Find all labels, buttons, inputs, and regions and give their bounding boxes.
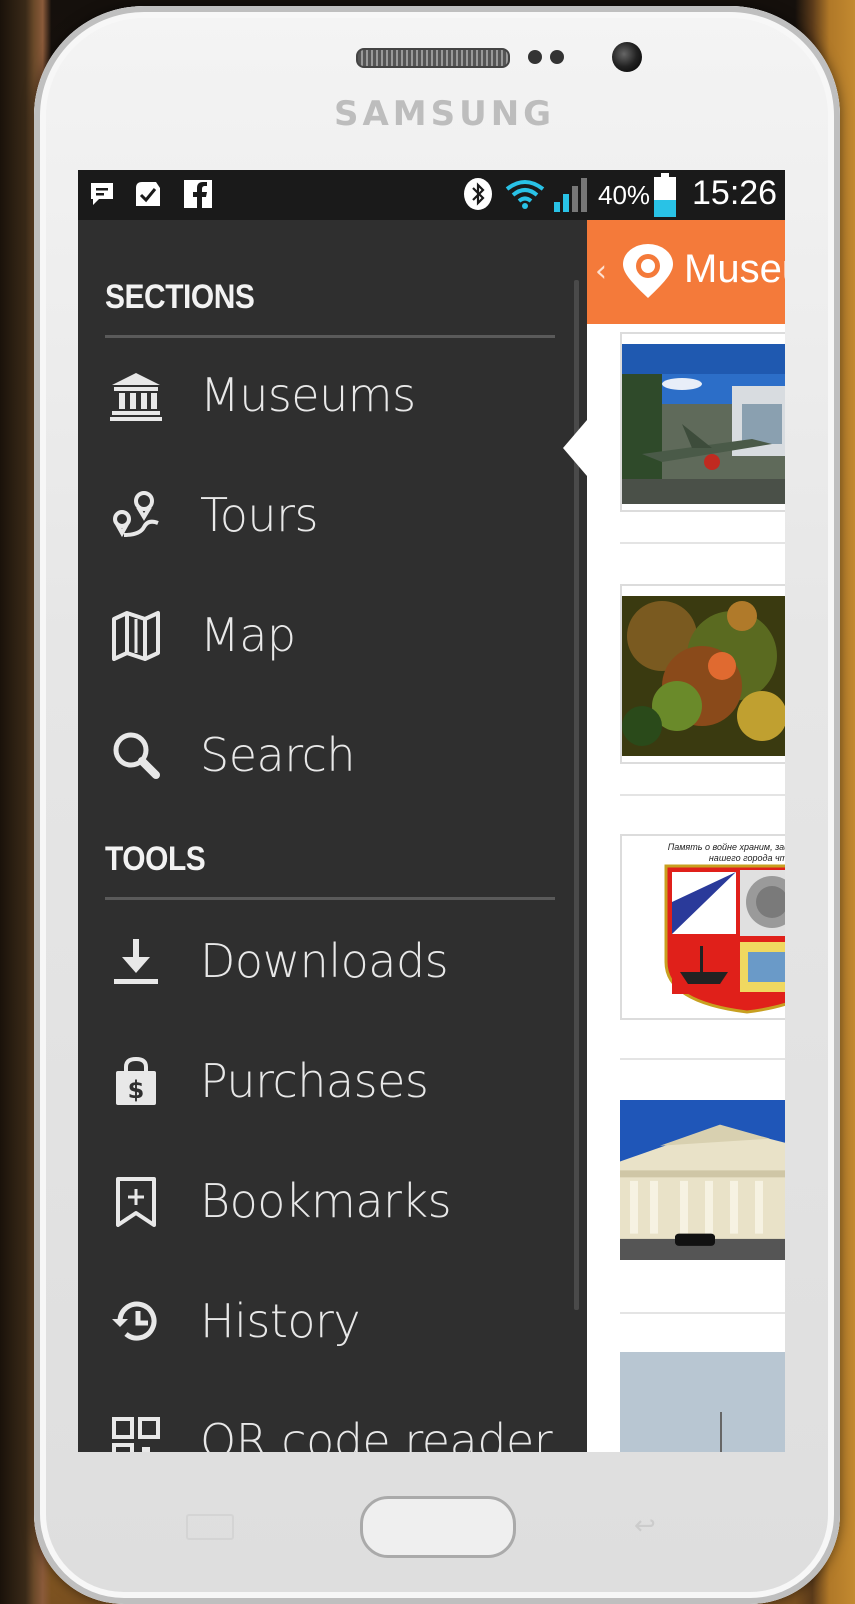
nav-item-search[interactable]: Search xyxy=(78,700,587,810)
nav-item-tours[interactable]: Tours xyxy=(78,460,587,570)
coat-of-arms-poster xyxy=(664,864,785,1014)
light-sensor xyxy=(550,50,564,64)
museum-list-panel: ‹ Museu xyxy=(587,220,785,1452)
sections-divider xyxy=(105,335,555,338)
museum-card[interactable]: Память о войне храним, защитников нашего… xyxy=(620,834,785,1020)
colorful-art-photo xyxy=(622,596,785,756)
nav-label-museums: Museums xyxy=(200,368,416,422)
nav-item-qr-reader[interactable]: QR code reader xyxy=(78,1386,587,1452)
list-divider xyxy=(620,1312,785,1314)
screen: 40% 15:26 SECTIONS Museums Tours Map Sea… xyxy=(78,170,785,1452)
nav-item-museums[interactable]: Museums xyxy=(78,340,587,450)
nav-label-purchases: Purchases xyxy=(200,1054,429,1108)
wifi-icon xyxy=(504,178,546,210)
status-bar: 40% 15:26 xyxy=(78,170,785,220)
chat-icon xyxy=(86,178,118,210)
clock: 15:26 xyxy=(692,174,778,212)
svg-text:$: $ xyxy=(128,1076,145,1104)
classical-building-photo xyxy=(620,1100,785,1260)
battery-percent: 40% xyxy=(598,180,651,210)
nav-label-downloads: Downloads xyxy=(200,934,449,988)
list-divider xyxy=(620,542,785,544)
search-icon xyxy=(108,727,164,783)
poster-caption: Память о войне храним, защитников нашего… xyxy=(667,842,785,863)
museum-card[interactable] xyxy=(620,332,785,512)
museum-icon xyxy=(108,367,164,423)
download-icon xyxy=(108,933,164,989)
check-icon xyxy=(132,178,164,210)
tour-route-icon xyxy=(108,487,164,543)
map-icon xyxy=(108,607,164,663)
museum-card[interactable] xyxy=(620,1352,785,1452)
back-chevron-icon[interactable]: ‹ xyxy=(595,254,607,289)
nav-item-history[interactable]: History xyxy=(78,1266,587,1376)
bookmark-icon xyxy=(108,1173,164,1229)
list-divider xyxy=(620,794,785,796)
sky-photo xyxy=(620,1352,785,1452)
app-bar: ‹ Museu xyxy=(587,220,785,324)
nav-item-map[interactable]: Map xyxy=(78,580,587,690)
back-key[interactable]: ↩ xyxy=(634,1511,674,1541)
history-icon xyxy=(108,1293,164,1349)
nav-label-history: History xyxy=(200,1294,361,1348)
nav-label-qr-reader: QR code reader xyxy=(200,1414,553,1452)
facebook-icon xyxy=(182,178,214,210)
nav-label-search: Search xyxy=(200,728,356,782)
nav-label-bookmarks: Bookmarks xyxy=(200,1174,452,1228)
front-camera xyxy=(612,42,642,72)
earpiece-speaker xyxy=(356,48,510,68)
museum-card[interactable] xyxy=(620,584,785,764)
museum-card[interactable] xyxy=(620,1100,785,1282)
menu-key[interactable] xyxy=(186,1514,234,1540)
aircraft-museum-photo xyxy=(622,344,785,504)
purchase-bag-icon: $ xyxy=(108,1053,164,1109)
qr-code-icon xyxy=(108,1413,164,1452)
navigation-drawer: SECTIONS Museums Tours Map Search TOOLS … xyxy=(78,220,587,1452)
nav-item-downloads[interactable]: Downloads xyxy=(78,906,587,1016)
bluetooth-icon xyxy=(462,178,494,210)
battery-icon xyxy=(652,173,678,217)
tools-header: TOOLS xyxy=(105,840,206,878)
app-bar-title: Museu xyxy=(684,247,785,291)
brand-logo: SAMSUNG xyxy=(334,94,556,134)
app-logo-icon[interactable] xyxy=(621,244,675,304)
nav-item-purchases[interactable]: $ Purchases xyxy=(78,1026,587,1136)
nav-label-map: Map xyxy=(200,608,296,662)
list-divider xyxy=(620,1058,785,1060)
sections-header: SECTIONS xyxy=(105,278,255,316)
nav-label-tours: Tours xyxy=(200,488,318,542)
tools-divider xyxy=(105,897,555,900)
nav-item-bookmarks[interactable]: Bookmarks xyxy=(78,1146,587,1256)
signal-icon xyxy=(552,178,596,212)
home-button[interactable] xyxy=(360,1496,516,1558)
proximity-sensor xyxy=(528,50,542,64)
